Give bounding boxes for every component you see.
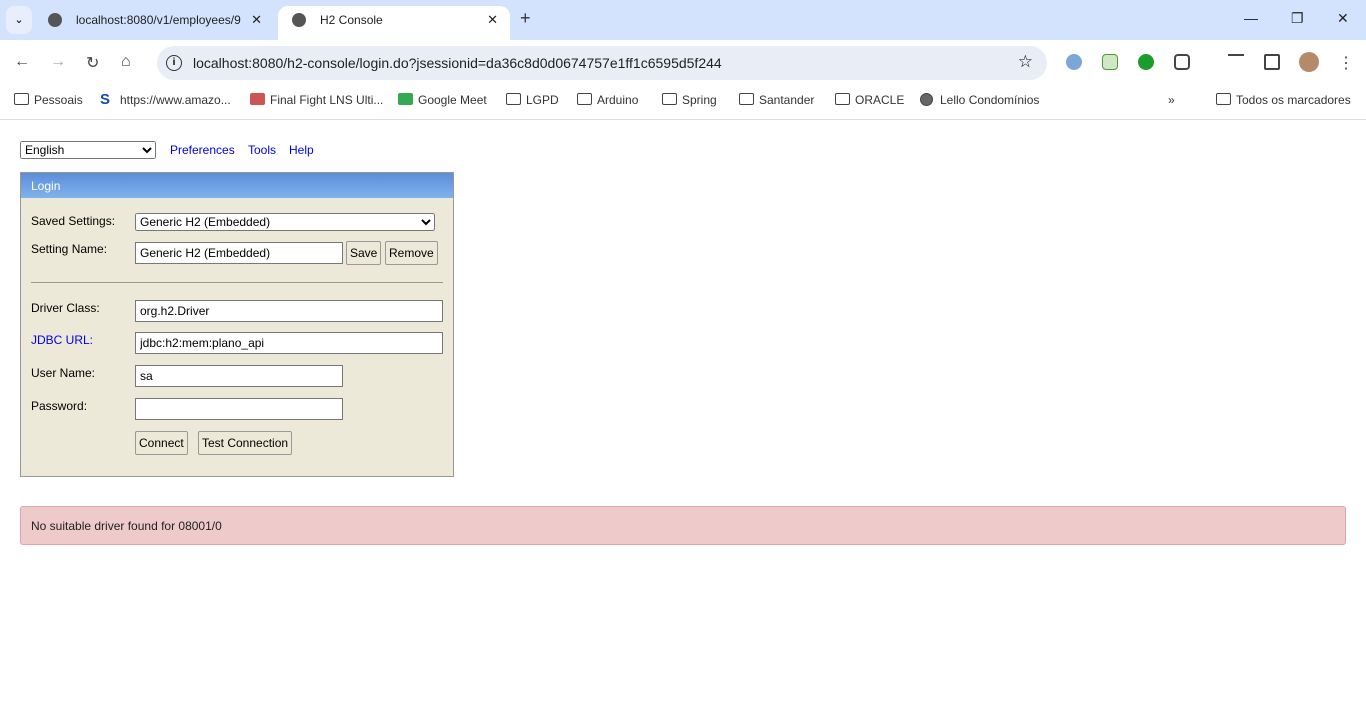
folder-icon [506,93,521,105]
minimize-button[interactable]: — [1244,10,1258,26]
extension-icon[interactable] [1138,54,1154,70]
help-link[interactable]: Help [289,143,314,157]
language-select[interactable]: English [20,141,156,159]
password-input[interactable] [135,398,343,420]
tab-search-button[interactable]: ⌄ [6,6,32,34]
error-message: No suitable driver found for 08001/0 [20,506,1346,545]
bookmark-star-icon[interactable]: ☆ [1018,52,1033,72]
login-panel: Login Saved Settings: Generic H2 (Embedd… [20,172,454,477]
jdbc-url-input[interactable] [135,332,443,354]
url-text[interactable]: localhost:8080/h2-console/login.do?jsess… [193,55,722,71]
tab-bar: ⌄ localhost:8080/v1/employees/9 ✕ H2 Con… [0,0,1366,40]
forward-icon[interactable]: → [50,53,66,71]
remove-button[interactable]: Remove [385,241,438,265]
setting-name-input[interactable] [135,242,343,264]
setting-name-label: Setting Name: [31,242,108,256]
reload-icon[interactable]: ↻ [86,53,99,73]
user-name-input[interactable] [135,365,343,387]
login-header: Login [21,173,453,198]
meet-icon [398,93,413,105]
password-label: Password: [31,399,88,413]
avatar[interactable] [1299,52,1319,72]
new-tab-button[interactable]: + [520,8,531,29]
media-icon[interactable] [1228,54,1244,70]
preferences-link[interactable]: Preferences [170,143,235,157]
tools-link[interactable]: Tools [248,143,276,157]
bookmark-oracle[interactable]: ORACLE [835,93,904,107]
folder-icon [577,93,592,105]
folder-icon [14,93,29,105]
bookmark-all[interactable]: Todos os marcadores [1216,93,1351,107]
globe-icon [292,13,306,27]
saved-settings-select[interactable]: Generic H2 (Embedded) [135,213,435,231]
driver-class-label: Driver Class: [31,301,100,315]
extension-icon[interactable] [1066,54,1082,70]
globe-icon [48,13,62,27]
driver-class-input[interactable] [135,300,443,322]
save-button[interactable]: Save [346,241,382,265]
menu-icon[interactable]: ⋮ [1338,53,1354,73]
bookmark-lello[interactable]: Lello Condomínios [920,93,1039,107]
restore-button[interactable]: ❐ [1291,10,1304,27]
tab-title: localhost:8080/v1/employees/9 [76,13,241,27]
bookmarks-bar: Pessoais Shttps://www.amazo... Final Fig… [0,86,1366,120]
saved-settings-label: Saved Settings: [31,214,116,228]
folder-icon [662,93,677,105]
connect-button[interactable]: Connect [135,431,188,455]
puzzle-icon[interactable] [1174,54,1190,70]
home-icon[interactable]: ⌂ [121,53,131,71]
close-tab-icon[interactable]: ✕ [251,6,262,34]
bookmark-santander[interactable]: Santander [739,93,814,107]
bookmark-lgpd[interactable]: LGPD [506,93,559,107]
extension-icon[interactable] [1102,54,1118,70]
bookmark-final-fight[interactable]: Final Fight LNS Ulti... [250,93,383,107]
site-icon [250,93,265,105]
folder-icon [739,93,754,105]
globe-icon [920,93,933,106]
tab-employees[interactable]: localhost:8080/v1/employees/9 ✕ [34,6,274,40]
address-bar[interactable]: i localhost:8080/h2-console/login.do?jse… [157,46,1047,80]
divider [31,282,443,283]
folder-icon [1216,93,1231,105]
side-panel-icon[interactable] [1264,54,1280,70]
close-window-button[interactable]: ✕ [1337,10,1349,27]
back-icon[interactable]: ← [14,53,30,71]
bookmark-arduino[interactable]: Arduino [577,93,638,107]
jdbc-url-link[interactable]: JDBC URL: [31,333,93,347]
bookmark-pessoais[interactable]: Pessoais [14,93,83,107]
user-name-label: User Name: [31,366,96,380]
s-logo-icon: S [100,91,111,108]
site-info-icon[interactable]: i [166,55,182,71]
bookmark-spring[interactable]: Spring [662,93,717,107]
tab-h2-console[interactable]: H2 Console ✕ [278,6,510,40]
more-bookmarks-icon[interactable]: » [1168,93,1175,107]
bookmark-google-meet[interactable]: Google Meet [398,93,487,107]
tab-title: H2 Console [320,13,383,27]
folder-icon [835,93,850,105]
test-connection-button[interactable]: Test Connection [198,431,293,455]
browser-toolbar: ← → ↻ ⌂ i localhost:8080/h2-console/logi… [0,40,1366,86]
close-tab-icon[interactable]: ✕ [487,6,498,34]
bookmark-amazon[interactable]: Shttps://www.amazo... [100,91,231,108]
